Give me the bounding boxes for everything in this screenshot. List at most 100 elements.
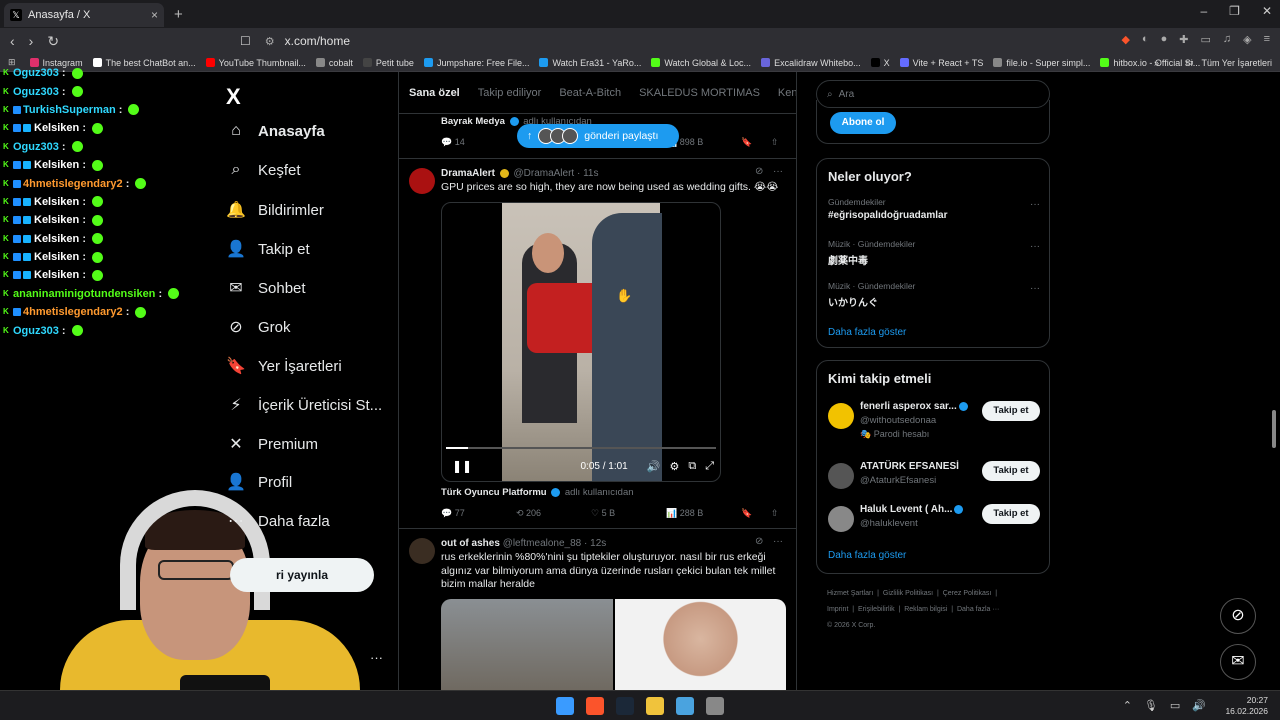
share-button[interactable]: ⇧ (771, 508, 786, 519)
subscribe-button[interactable]: Abone ol (830, 112, 896, 134)
bookmark-item[interactable]: Excalidraw Whitebo... (761, 58, 861, 68)
footer-link[interactable]: Çerez Politikası (943, 590, 992, 597)
tab-list-3[interactable]: Kend (778, 87, 796, 99)
who-show-more[interactable]: Daha fazla göster (828, 550, 906, 561)
video-progress-bar[interactable] (446, 447, 716, 449)
chat-username[interactable]: Oguz303 (13, 325, 59, 337)
forward-icon[interactable]: › (29, 33, 34, 50)
nav-item-more[interactable]: ⋯ Daha fazla (226, 511, 330, 531)
avatar[interactable] (828, 403, 854, 429)
nav-item-search[interactable]: ⌕ Keşfet (226, 161, 301, 179)
video-player[interactable]: ❚❚ 0:05 / 1:01 🔊 ⚙ ⧉ ⤢ (441, 202, 721, 482)
chat-username[interactable]: Kelsiken (34, 233, 79, 245)
views-button[interactable]: 📊 288 B (666, 508, 741, 519)
bookmark-button[interactable]: 🔖 (741, 508, 771, 519)
bookmark-item[interactable]: YouTube Thumbnail... (205, 58, 306, 68)
post-images[interactable] (441, 599, 786, 690)
tray-expand-icon[interactable]: ⌃ (1123, 699, 1132, 712)
tab-close-button[interactable]: × (151, 8, 158, 22)
messages-fab-button[interactable]: ✉ (1220, 644, 1256, 680)
chat-username[interactable]: Kelsiken (34, 214, 79, 226)
bookmark-item[interactable]: X (870, 58, 890, 68)
footer-link[interactable]: Hizmet Şartları (827, 590, 873, 597)
chat-username[interactable]: TurkishSuperman (23, 104, 116, 116)
trends-show-more[interactable]: Daha fazla göster (828, 327, 906, 338)
chat-username[interactable]: Oguz303 (13, 67, 59, 79)
taskbar-clock[interactable]: 20:27 16.02.2026 (1225, 695, 1268, 717)
bookmarks-overflow-button[interactable]: » (1154, 58, 1159, 68)
footer-link[interactable]: Imprint (827, 606, 848, 613)
reply-button[interactable]: 💬 14 (441, 137, 516, 148)
nav-item-x-premium[interactable]: ✕ Premium (226, 434, 318, 454)
post-source[interactable]: Türk Oyuncu Platformu adlı kullanıcıdan (441, 487, 634, 498)
grok-icon[interactable]: ⊘ (755, 536, 763, 547)
bookmark-item[interactable]: Vite + React + TS (899, 58, 983, 68)
footer-link[interactable]: Gizlilik Politikası (883, 590, 933, 597)
share-button[interactable]: ⇧ (771, 137, 786, 148)
brave-browser-icon[interactable] (586, 697, 604, 715)
chat-username[interactable]: Kelsiken (34, 269, 79, 281)
reply-button[interactable]: 💬 77 (441, 508, 516, 519)
trend-more-icon[interactable]: ··· (1030, 283, 1040, 294)
chat-username[interactable]: 4hmetislegendary2 (23, 178, 123, 190)
bookmark-item[interactable]: file.io - Super simpl... (993, 58, 1090, 68)
trend-item[interactable]: Müzik · Gündemdekiler 劇薬中毒 ··· (828, 239, 1040, 267)
nav-item-home[interactable]: ⌂ Anasayfa (226, 122, 325, 140)
post-more-icon[interactable]: ··· (773, 536, 783, 547)
repost-button[interactable]: ⟲ 206 (516, 508, 591, 519)
nav-item-profile[interactable]: 👤 Profil (226, 472, 292, 492)
fullscreen-icon[interactable]: ⤢ (705, 460, 714, 473)
post-time[interactable]: 11s (583, 168, 598, 179)
bookmark-item[interactable]: Jumpshare: Free File... (423, 58, 529, 68)
pip-icon[interactable]: ⧉ (688, 460, 696, 473)
sidebar-icon[interactable]: ▭ (1200, 33, 1210, 46)
chat-username[interactable]: 4hmetislegendary2 (23, 306, 123, 318)
file-explorer-icon[interactable] (646, 697, 664, 715)
bookmark-item[interactable]: Watch Global & Loc... (651, 58, 751, 68)
reload-icon[interactable]: ↻ (47, 33, 59, 50)
follow-suggestion[interactable]: Haluk Levent ( Ah... @haluklevent Takip et (828, 504, 1040, 544)
follow-suggestion[interactable]: ATATÜRK EFSANESİ @AtaturkEfsanesi Takip et (828, 461, 1040, 501)
bookmark-page-icon[interactable]: ☐ (240, 34, 251, 48)
close-window-button[interactable]: ✕ (1262, 4, 1272, 18)
nav-item-bookmark[interactable]: 🔖 Yer İşaretleri (226, 356, 342, 376)
tab-following[interactable]: Takip ediliyor (478, 87, 542, 99)
grok-fab-button[interactable]: ⊘ (1220, 598, 1256, 634)
chat-username[interactable]: ananinaminigotundensiken (13, 288, 155, 300)
obs-icon[interactable] (706, 697, 724, 715)
footer-link[interactable]: Daha fazla ··· (957, 606, 999, 613)
post-image[interactable] (441, 599, 613, 690)
post-time[interactable]: 12s (590, 538, 606, 549)
pause-icon[interactable]: ❚❚ (452, 459, 472, 473)
nav-item-add-person[interactable]: 👤 Takip et (226, 239, 310, 259)
settings-icon[interactable]: ⚙ (669, 460, 679, 473)
author-name[interactable]: DramaAlert (441, 168, 495, 179)
app-icon[interactable] (676, 697, 694, 715)
chat-username[interactable]: Oguz303 (13, 141, 59, 153)
avatar[interactable] (409, 538, 435, 564)
extension-icon[interactable]: ● (1161, 33, 1168, 46)
chat-username[interactable]: Kelsiken (34, 251, 79, 263)
avatar[interactable] (828, 463, 854, 489)
post-image[interactable] (614, 599, 786, 690)
vpn-icon[interactable]: ◈ (1243, 33, 1251, 46)
grok-icon[interactable]: ⊘ (755, 166, 763, 177)
microphone-icon[interactable]: 🎙 (1144, 699, 1158, 712)
chat-username[interactable]: Kelsiken (34, 122, 79, 134)
browser-tab[interactable]: 𝕏 Anasayfa / X × (4, 3, 164, 27)
nav-item-lightning[interactable]: ⚡ İçerik Üreticisi St... (226, 395, 382, 415)
post-more-icon[interactable]: ··· (773, 166, 783, 177)
network-icon[interactable]: ▭ (1170, 699, 1180, 712)
follow-button[interactable]: Takip et (982, 401, 1040, 421)
extension-icon[interactable]: ◐ (1142, 33, 1149, 46)
x-logo-icon[interactable]: X (226, 84, 241, 110)
page-scrollbar[interactable] (1272, 410, 1276, 448)
bookmark-button[interactable]: 🔖 (741, 137, 771, 148)
trend-item[interactable]: Gündemdekiler #eğrisopalıdoğruadamlar ··· (828, 197, 1040, 221)
music-icon[interactable]: ♫ (1223, 33, 1231, 46)
tab-for-you[interactable]: Sana özel (409, 87, 460, 99)
site-settings-icon[interactable]: ⚙ (265, 35, 275, 48)
author-handle[interactable]: @DramaAlert (513, 168, 574, 179)
trend-more-icon[interactable]: ··· (1030, 241, 1040, 252)
follow-button[interactable]: Takip et (982, 504, 1040, 524)
